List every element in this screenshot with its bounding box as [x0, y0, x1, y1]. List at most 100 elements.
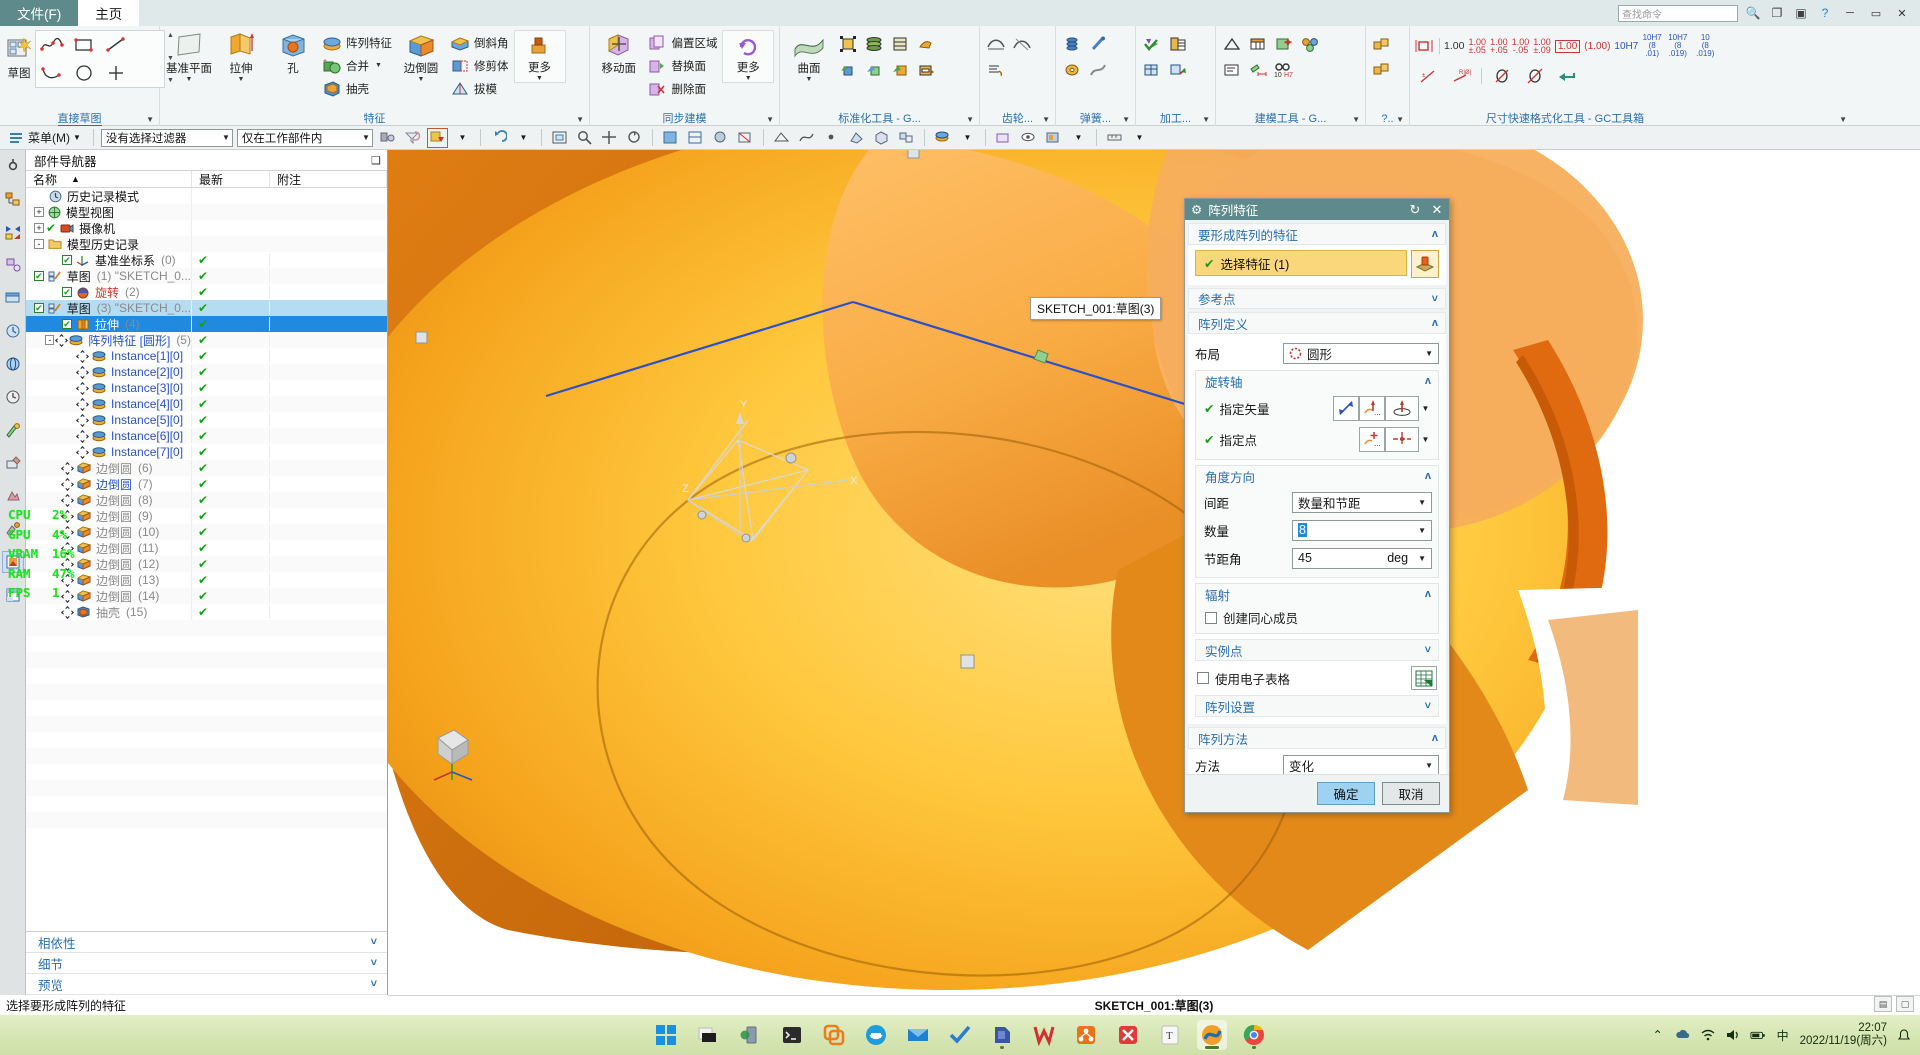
dim-token-4[interactable]: 1.00 -.05 — [1512, 38, 1530, 55]
undo-icon[interactable] — [488, 128, 509, 148]
edge-blend-caret[interactable]: ▼ — [418, 76, 425, 83]
column-header-comment[interactable]: 附注 — [270, 171, 387, 187]
window-layout-icon[interactable]: ▣ — [1792, 4, 1810, 22]
reference-diamond-icon[interactable] — [56, 335, 65, 346]
chevron-down-icon[interactable]: ˅ — [1425, 644, 1431, 656]
tree-row[interactable]: 边倒圆 (11) ✔ — [26, 539, 387, 557]
style-icon[interactable] — [710, 128, 731, 148]
column-header-name[interactable]: 名称 ▲ — [26, 171, 192, 187]
dim-token-3[interactable]: 1.00 +.05 — [1490, 38, 1508, 55]
dim-token-2[interactable]: 1.00 ±.05 — [1468, 38, 1486, 55]
suppress-checkbox[interactable]: ✔ — [62, 287, 72, 297]
sync-more-button[interactable]: 更多 ▼ — [722, 30, 774, 83]
feature-filter-icon[interactable] — [932, 128, 953, 148]
group-reference-point-header[interactable]: 参考点 ˅ — [1188, 288, 1446, 309]
process-table-icon[interactable] — [1165, 31, 1191, 57]
chevron-down-icon[interactable]: ▼ — [222, 133, 230, 142]
table-icon[interactable] — [1245, 31, 1271, 57]
circle-icon[interactable] — [68, 59, 100, 87]
pin-icon[interactable]: ❑ — [371, 154, 381, 167]
graphics-viewport[interactable]: Y X Z SKETCH_001:草图(3) — [388, 150, 1920, 995]
search-icon[interactable]: 🔍 — [1744, 4, 1762, 22]
vector-inferred-icon[interactable] — [1333, 395, 1359, 421]
select-feature-field[interactable]: ✔ 选择特征 (1) — [1195, 250, 1407, 276]
delete-face-button[interactable]: 删除面 — [644, 77, 720, 100]
edge-icon[interactable] — [771, 128, 792, 148]
reference-diamond-icon[interactable] — [77, 351, 88, 362]
face-arrow-icon[interactable] — [1165, 57, 1191, 83]
zoom-icon[interactable] — [574, 128, 595, 148]
assembly-navigator-icon[interactable] — [2, 155, 24, 177]
line-icon[interactable] — [100, 31, 132, 59]
hole-button[interactable]: 孔 — [267, 28, 319, 76]
ime-indicator[interactable]: 中 — [1775, 1027, 1791, 1043]
point-set-icon[interactable] — [1271, 31, 1297, 57]
component-filter-icon[interactable] — [896, 128, 917, 148]
collapse-icon[interactable]: - — [45, 335, 55, 345]
vector-axis-icon[interactable] — [1385, 395, 1419, 421]
dim-token-boxed[interactable]: 1.00 — [1554, 39, 1581, 53]
return-icon[interactable] — [1555, 63, 1581, 89]
close-icon[interactable]: ✕ — [1429, 202, 1445, 218]
part-box-icon[interactable] — [887, 57, 913, 83]
help-icon[interactable]: ? — [1816, 4, 1834, 22]
point-pick-icon[interactable]: ... — [1359, 426, 1385, 452]
group-pattern-method-header[interactable]: 阵列方法 ʌ — [1188, 727, 1446, 749]
chevron-down-icon[interactable]: ▼ — [1425, 761, 1436, 770]
dim-token-10h7[interactable]: 10H7 — [1614, 41, 1638, 52]
check-process-icon[interactable] — [1139, 31, 1165, 57]
tree-row[interactable]: ✔ 草图 (1) "SKETCH_0... ✔ — [26, 267, 387, 285]
sort-asc-icon[interactable]: ▲ — [71, 174, 80, 184]
dim-token-10h7-b[interactable]: 10H7 (8 .019) — [1666, 34, 1690, 58]
pattern-feature-dialog[interactable]: ⚙ 阵列特征 ↻ ✕ 要形成阵列的特征 ʌ ✔ 选择特征 (1) 参考点 ˅ 阵… — [1184, 198, 1450, 813]
chevron-down-icon[interactable]: ▼ — [1425, 349, 1436, 358]
part-family-icon[interactable] — [835, 31, 861, 57]
dim-token-5[interactable]: 1.00 ±.09 — [1533, 38, 1551, 55]
chevron-down-icon[interactable]: ▼ — [1418, 554, 1429, 563]
face-filter-icon[interactable] — [846, 128, 867, 148]
group-expand-icon[interactable]: ▼ — [576, 113, 584, 127]
point-filter-icon[interactable] — [821, 128, 842, 148]
unite-caret[interactable]: ▼ — [375, 62, 382, 69]
spreadsheet-icon[interactable] — [1411, 666, 1437, 690]
chevron-up-icon[interactable]: ʌ — [1425, 588, 1431, 600]
sync-more-caret[interactable]: ▼ — [745, 75, 752, 82]
reference-diamond-icon[interactable] — [77, 447, 88, 458]
spring-tool-icon[interactable] — [1085, 57, 1111, 83]
menu-caret-icon[interactable]: ▼ — [73, 133, 81, 142]
tree-row[interactable]: Instance[4][0] ✔ — [26, 396, 387, 412]
volume-icon[interactable] — [1725, 1027, 1741, 1043]
chevron-down-icon[interactable]: ˅ — [371, 978, 377, 990]
xmind-icon[interactable] — [1071, 1020, 1101, 1050]
suppress-checkbox[interactable]: ✔ — [62, 255, 72, 265]
shaded-icon[interactable] — [660, 128, 681, 148]
boxes2-icon[interactable] — [1369, 57, 1395, 83]
group-expand-icon[interactable]: ▼ — [1202, 113, 1210, 127]
tree-row[interactable]: Instance[1][0] ✔ — [26, 348, 387, 364]
arc-icon[interactable] — [36, 59, 68, 87]
reuse-library-icon[interactable] — [2, 254, 24, 276]
material-icon[interactable]: ▼ — [1068, 128, 1089, 148]
chevron-down-icon[interactable]: ˅ — [371, 936, 377, 948]
point-caret-icon[interactable]: ▼ — [1419, 427, 1432, 452]
reference-diamond-icon[interactable] — [62, 479, 73, 490]
dim-token-paren[interactable]: (1.00) — [1584, 41, 1610, 52]
reset-icon[interactable]: ↻ — [1407, 202, 1423, 218]
body-filter-icon[interactable] — [871, 128, 892, 148]
selection-scope-combo[interactable]: 仅在工作部件内 ▼ — [236, 128, 373, 147]
datum-filter-icon[interactable]: ▼ — [957, 128, 978, 148]
filter-reset-icon[interactable] — [402, 128, 423, 148]
expand-icon[interactable]: + — [34, 207, 44, 217]
tree-row[interactable]: 边倒圆 (7) ✔ — [26, 475, 387, 493]
diam-slash-icon[interactable] — [1489, 63, 1515, 89]
cancel-button[interactable]: 取消 — [1382, 782, 1440, 805]
tree-row[interactable]: Instance[3][0] ✔ — [26, 380, 387, 396]
more-tools-icon[interactable]: ▼ — [1129, 128, 1150, 148]
web-browser-icon[interactable] — [2, 353, 24, 375]
rotate-icon[interactable] — [624, 128, 645, 148]
group-expand-icon[interactable]: ▼ — [1352, 113, 1360, 127]
cylindrical-spring-icon[interactable] — [1059, 31, 1085, 57]
measure-icon[interactable] — [1104, 128, 1125, 148]
part-navigator-icon[interactable] — [2, 188, 24, 210]
group-expand-icon[interactable]: ▼ — [766, 113, 774, 127]
